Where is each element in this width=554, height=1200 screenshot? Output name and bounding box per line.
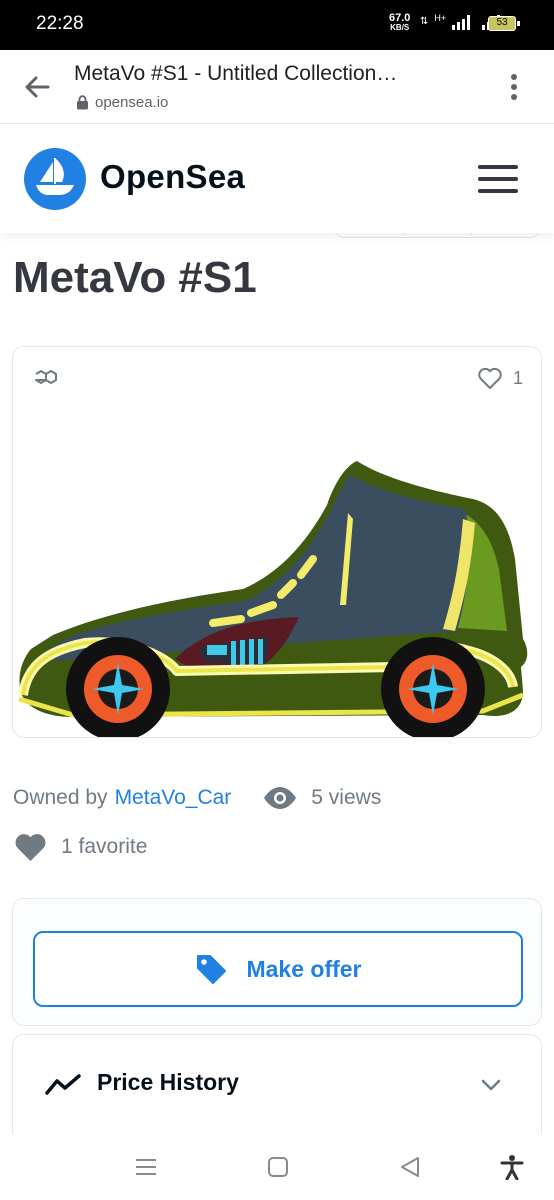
owner-link[interactable]: MetaVo_Car <box>115 786 232 810</box>
nft-car-image[interactable] <box>13 399 542 738</box>
opensea-sailboat-icon[interactable] <box>24 148 86 210</box>
status-time: 22:28 <box>36 13 84 34</box>
views-count: 5 views <box>263 786 381 810</box>
tab-title[interactable]: MetaVo #S1 - Untitled Collection… <box>74 62 474 86</box>
back-triangle-icon[interactable] <box>397 1154 423 1180</box>
url-bar[interactable]: opensea.io <box>76 94 168 111</box>
rear-wheel <box>381 637 485 737</box>
chevron-down-icon[interactable] <box>479 1075 503 1095</box>
browser-toolbar: MetaVo #S1 - Untitled Collection… opense… <box>0 50 554 124</box>
price-history-label: Price History <box>97 1069 239 1095</box>
network-speed: 67.0 KB/S <box>389 13 410 33</box>
back-arrow-icon[interactable] <box>22 72 52 102</box>
data-arrows-icon: ⇅ <box>420 16 429 27</box>
heart-icon <box>15 834 46 861</box>
make-offer-button[interactable]: Make offer <box>33 931 523 1007</box>
tag-icon <box>197 955 227 984</box>
hamburger-menu-icon[interactable] <box>478 165 518 193</box>
brand-name[interactable]: OpenSea <box>100 158 245 196</box>
favorite-count: 1 <box>512 368 523 388</box>
status-bar: 22:28 67.0 KB/S ⇅ H+ 53 <box>0 0 554 50</box>
recents-menu-icon[interactable] <box>133 1154 159 1180</box>
favorite-button[interactable]: 1 <box>477 367 523 390</box>
eye-icon <box>264 787 297 809</box>
owned-by-label: Owned by <box>13 786 108 809</box>
front-wheel <box>66 637 170 737</box>
more-vert-icon[interactable] <box>506 72 522 102</box>
nft-image-card: 1 <box>12 346 542 738</box>
favorites-text: 1 favorite <box>61 835 148 858</box>
favorites-count: 1 favorite <box>14 832 147 862</box>
site-header: OpenSea <box>0 125 554 233</box>
battery-icon: 53 <box>488 16 520 31</box>
system-nav-bar <box>0 1134 554 1200</box>
trade-card: Make offer <box>12 898 542 1026</box>
views-text: 5 views <box>311 786 382 809</box>
signal-strength-icon <box>452 14 471 30</box>
polygon-chain-icon <box>35 370 57 384</box>
price-history-panel[interactable]: Price History <box>12 1034 542 1144</box>
heart-outline-icon <box>478 367 502 389</box>
network-type: H+ <box>434 13 447 23</box>
lock-icon <box>77 95 88 110</box>
home-square-icon[interactable] <box>265 1154 291 1180</box>
url-text: opensea.io <box>95 94 169 111</box>
owner-row: Owned by MetaVo_Car 5 views <box>13 786 381 810</box>
page-title: MetaVo #S1 <box>13 253 257 302</box>
make-offer-label: Make offer <box>246 955 362 982</box>
network-speed-unit: KB/S <box>390 23 410 32</box>
accessibility-icon[interactable] <box>499 1154 525 1180</box>
trend-line-icon <box>45 1074 81 1095</box>
